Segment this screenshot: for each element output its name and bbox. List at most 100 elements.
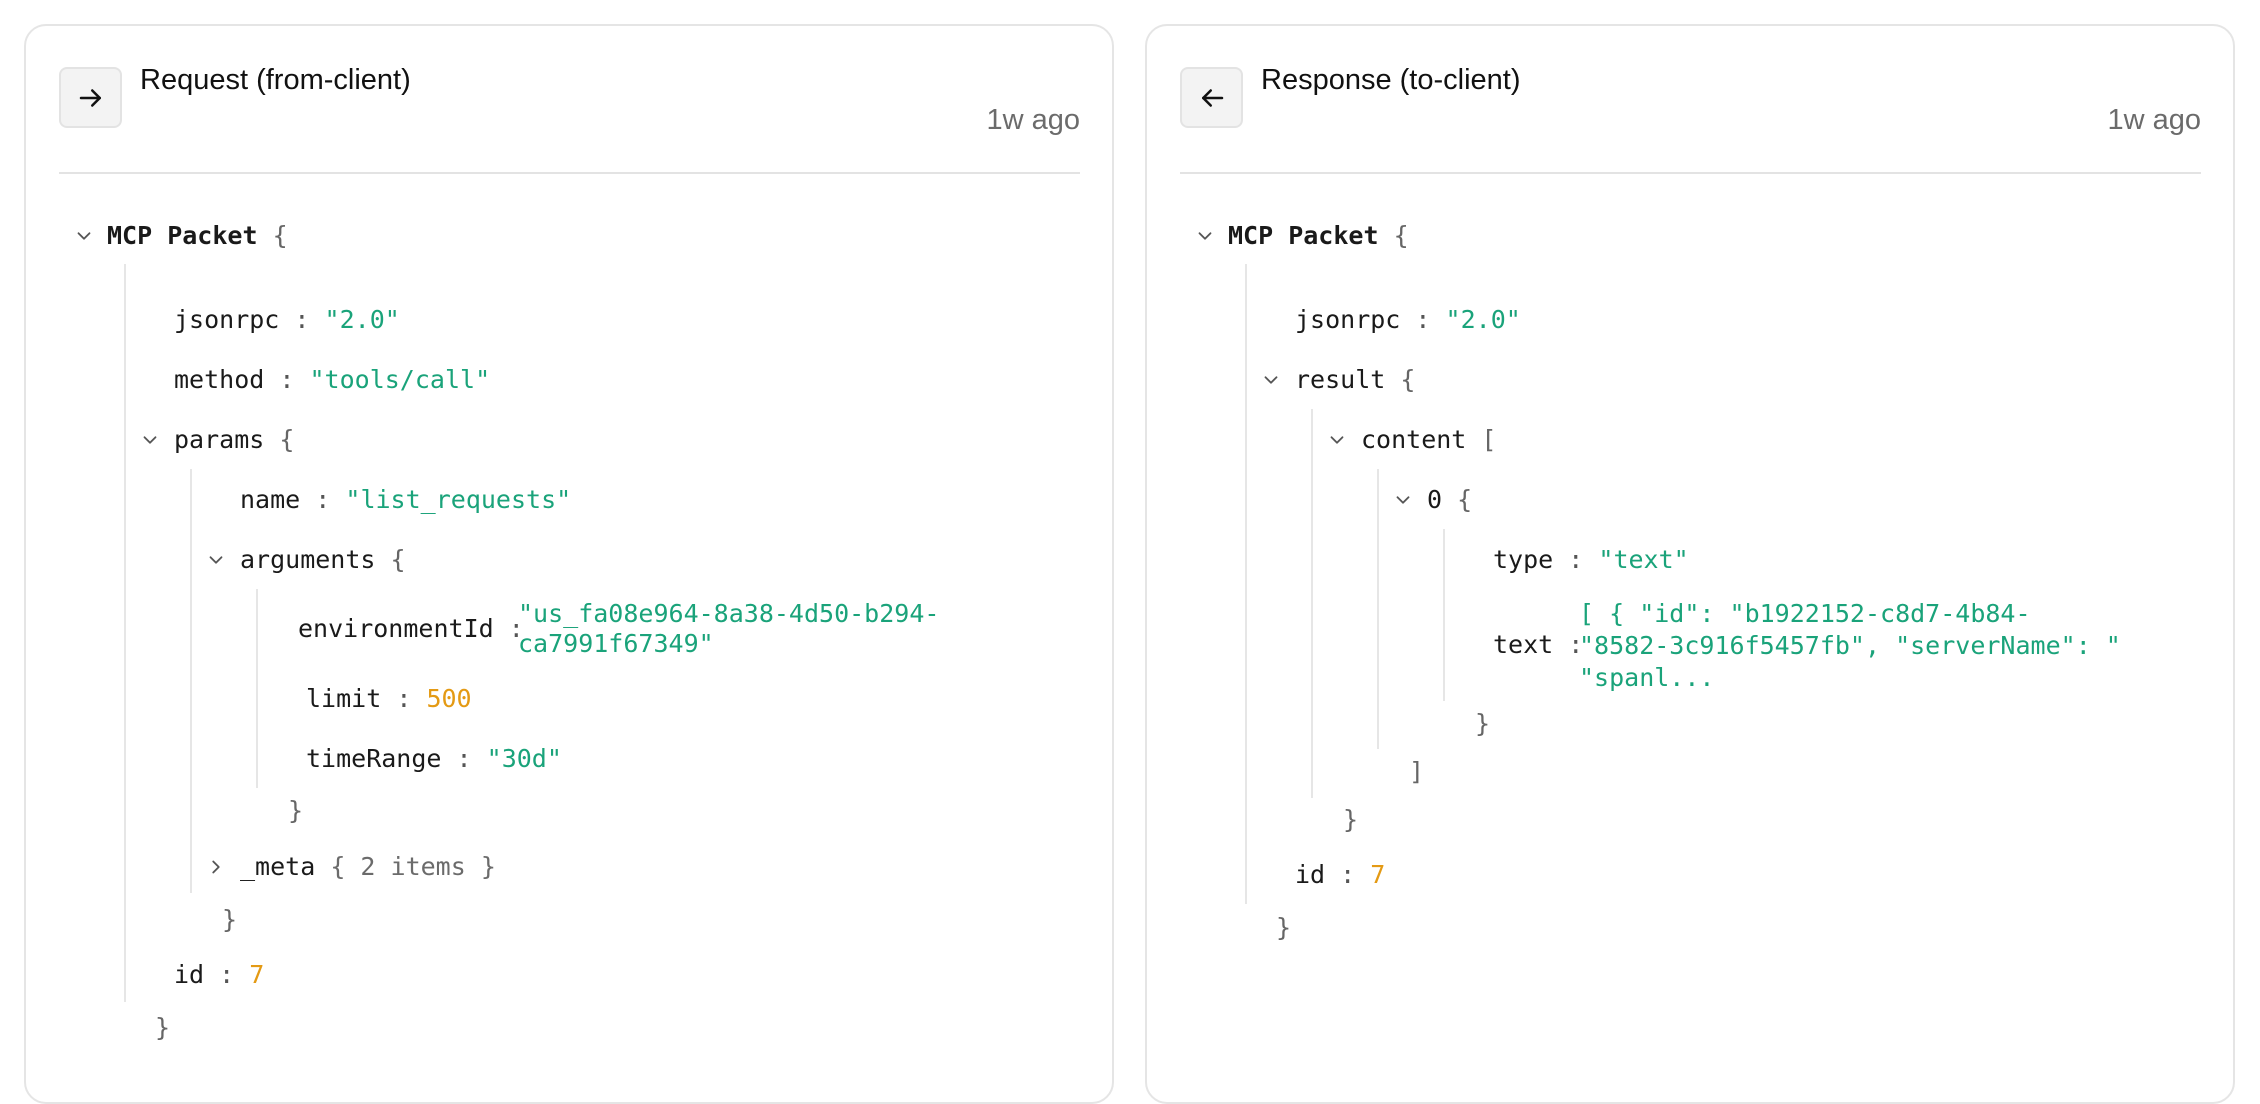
colon: : bbox=[1568, 545, 1584, 574]
jsonrpc-key: jsonrpc bbox=[174, 305, 280, 334]
open-brace: { bbox=[1400, 365, 1416, 394]
colon: : bbox=[1415, 305, 1431, 334]
jsonrpc-value: "2.0" bbox=[324, 305, 400, 334]
method-row: method : "tools/call" bbox=[174, 365, 490, 395]
collapse-params-chevron[interactable] bbox=[139, 429, 161, 451]
open-brace: { bbox=[390, 545, 406, 574]
collapse-root-chevron[interactable] bbox=[1194, 225, 1216, 247]
open-brace: { bbox=[279, 425, 295, 454]
jsonrpc-value: "2.0" bbox=[1445, 305, 1521, 334]
meta-key: _meta bbox=[240, 852, 316, 881]
id-value: 7 bbox=[1370, 860, 1386, 889]
root-row: MCP Packet { bbox=[1228, 221, 1409, 251]
collapse-root-chevron[interactable] bbox=[73, 225, 95, 247]
content-key: content bbox=[1361, 425, 1467, 454]
result-key: result bbox=[1295, 365, 1386, 394]
jsonrpc-key: jsonrpc bbox=[1295, 305, 1401, 334]
content-row: content [ bbox=[1361, 425, 1496, 455]
open-brace: { bbox=[272, 221, 288, 250]
params-close-brace: } bbox=[222, 905, 238, 934]
root-close-brace: } bbox=[155, 1013, 171, 1042]
root-row: MCP Packet { bbox=[107, 221, 288, 251]
colon: : bbox=[396, 684, 412, 713]
type-row: type : "text" bbox=[1493, 545, 1689, 575]
arrow-right-icon bbox=[79, 88, 101, 107]
id-row: id : 7 bbox=[174, 960, 264, 990]
collapse-result-chevron[interactable] bbox=[1260, 369, 1282, 391]
item-0-close-brace: } bbox=[1475, 709, 1491, 738]
type-value: "text" bbox=[1598, 545, 1689, 574]
meta-row: _meta { 2 items } bbox=[240, 852, 496, 882]
timeRange-row: timeRange : "30d" bbox=[306, 744, 562, 774]
root-guide bbox=[1245, 264, 1247, 904]
response-timestamp: 1w ago bbox=[2107, 104, 2201, 136]
response-direction-button[interactable] bbox=[1180, 67, 1243, 128]
response-title: Response (to-client) bbox=[1261, 64, 1521, 96]
meta-summary: { 2 items } bbox=[330, 852, 496, 881]
limit-row: limit : 500 bbox=[306, 684, 472, 714]
root-close-brace: } bbox=[1276, 913, 1292, 942]
chevron-down-icon bbox=[209, 556, 223, 564]
request-direction-button[interactable] bbox=[59, 67, 122, 128]
colon: : bbox=[456, 744, 472, 773]
arguments-guide bbox=[256, 589, 258, 788]
response-divider bbox=[1180, 172, 2201, 174]
arrow-left-icon bbox=[1201, 88, 1223, 107]
chevron-down-icon bbox=[1330, 436, 1344, 444]
response-card: Response (to-client) 1w ago MCP Packet {… bbox=[1145, 24, 2235, 1104]
environmentId-value-line2: ca7991f67349" bbox=[518, 629, 714, 658]
id-value: 7 bbox=[249, 960, 265, 989]
method-value: "tools/call" bbox=[309, 365, 491, 394]
request-timestamp: 1w ago bbox=[986, 104, 1080, 136]
content-guide bbox=[1377, 469, 1379, 749]
colon: : bbox=[315, 485, 331, 514]
method-key: method bbox=[174, 365, 265, 394]
item-0-row: 0 { bbox=[1427, 485, 1472, 515]
item-0-key: 0 bbox=[1427, 485, 1443, 514]
limit-value: 500 bbox=[426, 684, 472, 713]
result-row: result { bbox=[1295, 365, 1415, 395]
request-divider bbox=[59, 172, 1080, 174]
name-value: "list_requests" bbox=[345, 485, 572, 514]
id-key: id bbox=[174, 960, 205, 989]
open-brace: { bbox=[1457, 485, 1473, 514]
colon: : bbox=[1340, 860, 1356, 889]
name-key: name bbox=[240, 485, 301, 514]
collapse-item-0-chevron[interactable] bbox=[1392, 489, 1414, 511]
arguments-key: arguments bbox=[240, 545, 376, 574]
environmentId-key: environmentId bbox=[298, 614, 494, 643]
open-brace: { bbox=[1393, 221, 1409, 250]
colon: : bbox=[219, 960, 235, 989]
result-guide bbox=[1311, 409, 1313, 798]
limit-key: limit bbox=[306, 684, 382, 713]
id-key: id bbox=[1295, 860, 1326, 889]
chevron-down-icon bbox=[1264, 376, 1278, 384]
collapse-content-chevron[interactable] bbox=[1326, 429, 1348, 451]
text-value: [ { "id": "b1922152-c8d7-4b84- "8582-3c9… bbox=[1579, 599, 2121, 692]
request-title: Request (from-client) bbox=[140, 64, 411, 96]
text-row: text : bbox=[1493, 630, 1583, 660]
params-guide bbox=[190, 469, 192, 893]
chevron-right-icon bbox=[212, 860, 220, 874]
content-close-bracket: ] bbox=[1409, 757, 1425, 786]
timeRange-value: "30d" bbox=[486, 744, 562, 773]
arguments-row: arguments { bbox=[240, 545, 406, 575]
environmentId-row: environmentId : bbox=[298, 614, 524, 644]
result-close-brace: } bbox=[1343, 805, 1359, 834]
environmentId-value: "us_fa08e964-8a38-4d50-b294- ca7991f6734… bbox=[518, 599, 939, 659]
collapse-arguments-chevron[interactable] bbox=[205, 549, 227, 571]
request-card: Request (from-client) 1w ago MCP Packet … bbox=[24, 24, 1114, 1104]
text-key: text bbox=[1493, 630, 1554, 659]
chevron-down-icon bbox=[1198, 232, 1212, 240]
timeRange-key: timeRange bbox=[306, 744, 442, 773]
jsonrpc-row: jsonrpc : "2.0" bbox=[174, 305, 400, 335]
expand-meta-chevron[interactable] bbox=[205, 856, 227, 878]
colon: : bbox=[279, 365, 295, 394]
root-guide bbox=[124, 264, 126, 1002]
name-row: name : "list_requests" bbox=[240, 485, 571, 515]
root-label: MCP Packet bbox=[107, 221, 258, 250]
arguments-close-brace: } bbox=[288, 796, 304, 825]
colon: : bbox=[294, 305, 310, 334]
item-0-guide bbox=[1443, 529, 1445, 701]
open-bracket: [ bbox=[1481, 425, 1497, 454]
